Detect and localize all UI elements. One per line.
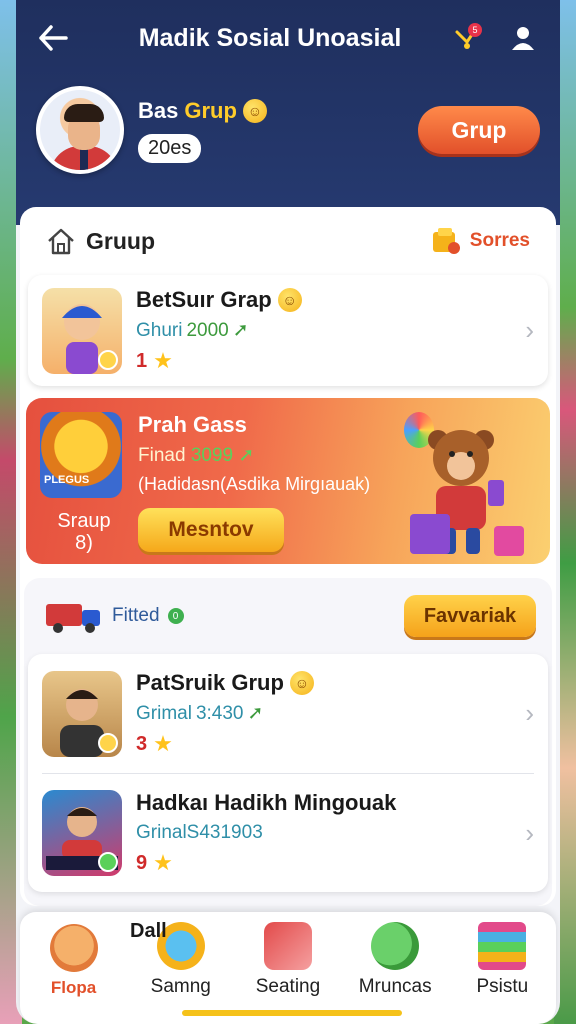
profile-info: Bas Grup ☺ 20es <box>138 98 267 163</box>
list-item[interactable]: PatSruik Grup ☺ Grimal 3:430 ➚ 3 ★ › <box>28 654 548 773</box>
group-list: PatSruik Grup ☺ Grimal 3:430 ➚ 3 ★ › Had… <box>28 654 548 892</box>
favorite-button[interactable]: Favvariak <box>404 595 536 637</box>
profile-name: Bas Grup ☺ <box>138 98 267 124</box>
chevron-right-icon: › <box>525 817 534 848</box>
nav-item-mruncas[interactable]: Mruncas <box>345 922 445 998</box>
chevron-right-icon: › <box>525 315 534 345</box>
nav-item-psistu[interactable]: Psistu <box>452 922 552 998</box>
home-icon <box>48 228 74 255</box>
user-profile-icon[interactable] <box>506 21 540 55</box>
age-badge: 20es <box>138 133 202 163</box>
pencil-book-icon <box>263 922 312 970</box>
list-thumbnail <box>42 790 122 876</box>
group-section: Gruup Sorres BetSuır Grap ☺ Ghuri 2000 ➚… <box>20 207 556 906</box>
item-rating: 1 <box>136 349 148 372</box>
peek-text: Dall <box>130 920 167 942</box>
promo-button[interactable]: Mesntov <box>138 508 284 552</box>
star-icon: ★ <box>153 348 173 373</box>
section-header: Gruup Sorres <box>20 207 556 275</box>
page-title: Madik Sosial Unoasial <box>138 23 402 52</box>
item-title: PatSruik Grup <box>136 670 284 695</box>
sort-button[interactable]: Sorres <box>430 226 530 256</box>
promo-description: (Hadidasn(Asdika Mirgıauak) <box>138 474 371 494</box>
smile-emoji-icon: ☺ <box>277 288 302 312</box>
chevron-right-icon: › <box>525 698 534 728</box>
notification-badge: 5 <box>468 23 482 37</box>
top-icons: 5 <box>450 21 540 55</box>
header: Madik Sosial Unoasial 5 Bas Grup ☺ 20es … <box>16 0 560 225</box>
fitted-count-badge: 0 <box>167 608 184 624</box>
group-item[interactable]: BetSuır Grap ☺ Ghuri 2000 ➚ 1 ★ › <box>28 275 548 386</box>
avatar[interactable] <box>36 86 124 174</box>
face-leaf-icon <box>49 924 98 972</box>
trend-arrow-icon: ➚ <box>247 703 264 724</box>
truck-icon <box>46 604 100 633</box>
item-sub-label: Ghuri <box>136 319 183 341</box>
home-indicator <box>182 1010 402 1016</box>
trend-arrow-icon: ➚ <box>238 445 255 466</box>
list-thumbnail <box>42 670 122 757</box>
sort-icon <box>432 228 460 254</box>
smile-emoji-icon: ☺ <box>242 98 267 123</box>
top-bar: Madik Sosial Unoasial 5 <box>36 0 540 76</box>
trend-arrow-icon: ➚ <box>232 320 249 341</box>
notification-icon[interactable]: 5 <box>450 21 484 55</box>
smile-emoji-icon: ☺ <box>289 671 314 695</box>
item-title: Hadkaı Hadikh Mingouak <box>136 790 397 815</box>
fitted-label: Fitted <box>112 605 160 626</box>
app-screen: Madik Sosial Unoasial 5 Bas Grup ☺ 20es … <box>16 0 560 1024</box>
nav-item-seating[interactable]: Seating <box>238 922 338 998</box>
fitted-section: Fitted 0 Favvariak PatSruik Grup ☺ Grima… <box>24 578 552 906</box>
promo-side-text: Sraup 8) <box>57 510 111 554</box>
promo-banner[interactable]: PLEGUS Prah Gass Finad 3099 ➚ (Hadidasn(… <box>26 398 550 564</box>
item-title: BetSuır Grap <box>136 287 272 312</box>
gift-icon <box>410 514 450 554</box>
star-icon: ★ <box>153 850 173 875</box>
books-stack-icon <box>478 922 527 970</box>
section-title: Gruup <box>86 227 155 254</box>
group-thumbnail <box>42 287 122 374</box>
back-arrow-icon[interactable] <box>36 21 70 55</box>
star-icon: ★ <box>153 731 173 756</box>
list-item[interactable]: Hadkaı Hadikh Mingouak GrinalS431903 9 ★… <box>28 774 548 892</box>
grup-button[interactable]: Grup <box>418 106 540 154</box>
bottom-navigation: Dall Flopa Samng Seating Mruncas Psistu <box>20 912 556 1024</box>
promo-title: Prah Gass <box>138 412 247 437</box>
promo-thumbnail: PLEGUS <box>40 412 122 498</box>
chat-bubble-icon <box>371 922 420 970</box>
nav-item-flopa[interactable]: Flopa <box>24 924 124 998</box>
item-sub-value: 2000 <box>186 319 229 341</box>
gift-icon <box>494 526 524 556</box>
profile-row: Bas Grup ☺ 20es Grup <box>36 86 540 174</box>
